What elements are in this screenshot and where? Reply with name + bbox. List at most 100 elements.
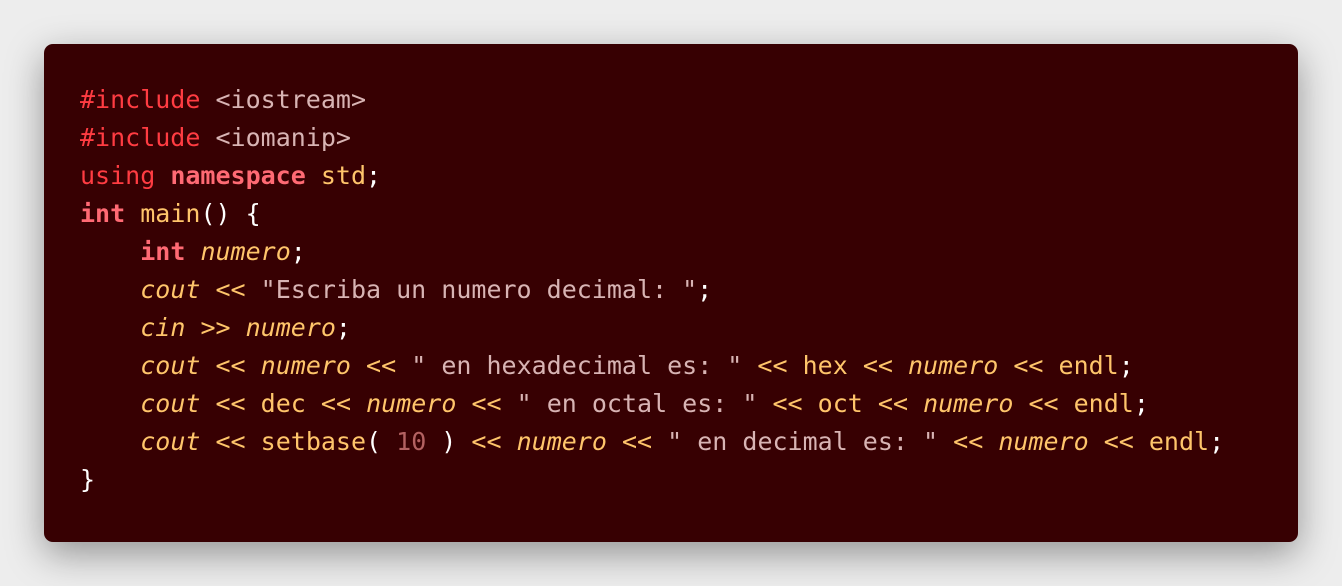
punctuation-token: ) <box>426 427 457 456</box>
header-name-token: <iomanip> <box>215 123 351 152</box>
operator-token: << <box>757 351 788 380</box>
code-line-8: cout << numero << " en hexadecimal es: "… <box>80 347 1298 385</box>
identifier-token: endl <box>1148 427 1210 456</box>
string-literal-token: " en octal es: " <box>516 389 758 418</box>
keyword-token: namespace <box>170 161 306 190</box>
code-line-1: #include <iostream> <box>80 81 1298 119</box>
variable-token: numero <box>516 427 607 456</box>
string-literal-token: " en decimal es: " <box>667 427 939 456</box>
variable-token: numero <box>245 313 336 342</box>
punctuation-token: } <box>80 465 96 494</box>
punctuation-token: ; <box>1118 351 1134 380</box>
variable-token: numero <box>998 427 1089 456</box>
variable-token: cin <box>140 313 186 342</box>
punctuation-token: ( <box>366 427 397 456</box>
punctuation-token: () { <box>200 199 261 228</box>
punctuation-token: ; <box>290 237 306 266</box>
operator-token: << <box>1013 351 1044 380</box>
variable-token: numero <box>907 351 999 380</box>
identifier-token: hex <box>802 351 848 380</box>
operator-token: << <box>215 389 246 418</box>
code-line-6: cout << "Escriba un numero decimal: "; <box>80 271 1298 309</box>
code-line-2: #include <iomanip> <box>80 119 1298 157</box>
operator-token: << <box>862 351 893 380</box>
operator-token: << <box>215 427 246 456</box>
variable-token: cout <box>140 389 201 418</box>
variable-token: numero <box>260 351 351 380</box>
keyword-token: int <box>80 199 126 228</box>
header-name-token: <iostream> <box>215 85 366 114</box>
operator-token: << <box>215 351 246 380</box>
preprocessor-token: #include <box>80 85 201 114</box>
punctuation-token: ; <box>366 161 382 190</box>
operator-token: << <box>877 389 908 418</box>
code-line-10: cout << setbase( 10 ) << numero << " en … <box>80 423 1298 461</box>
identifier-token: main <box>140 199 201 228</box>
operator-token: << <box>621 427 653 456</box>
code-line-5: int numero; <box>80 233 1298 271</box>
variable-token: numero <box>200 237 291 266</box>
keyword-token: int <box>140 237 186 266</box>
variable-token: cout <box>140 427 201 456</box>
punctuation-token: ; <box>1133 389 1149 418</box>
operator-token: << <box>320 389 351 418</box>
code-snippet-card: #include <iostream> #include <iomanip> usi… <box>44 44 1298 542</box>
code-line-3: using namespace std; <box>80 157 1298 195</box>
number-literal-token: 10 <box>396 427 427 456</box>
operator-token: << <box>772 389 803 418</box>
variable-token: cout <box>140 351 201 380</box>
operator-token: << <box>215 275 246 304</box>
identifier-token: dec <box>260 389 306 418</box>
variable-token: cout <box>140 275 201 304</box>
operator-token: << <box>366 351 397 380</box>
operator-token: << <box>1103 427 1134 456</box>
code-line-7: cin >> numero; <box>80 309 1298 347</box>
punctuation-token: ; <box>697 275 713 304</box>
identifier-token: setbase <box>260 427 367 456</box>
identifier-token: endl <box>1073 389 1134 418</box>
code-line-9: cout << dec << numero << " en octal es: … <box>80 385 1298 423</box>
identifier-token: std <box>320 161 367 190</box>
preprocessor-token: #include <box>80 123 201 152</box>
identifier-token: oct <box>817 389 863 418</box>
operator-token: >> <box>200 313 231 342</box>
string-literal-token: "Escriba un numero decimal: " <box>260 275 698 304</box>
operator-token: << <box>953 427 984 456</box>
operator-token: << <box>1028 389 1059 418</box>
